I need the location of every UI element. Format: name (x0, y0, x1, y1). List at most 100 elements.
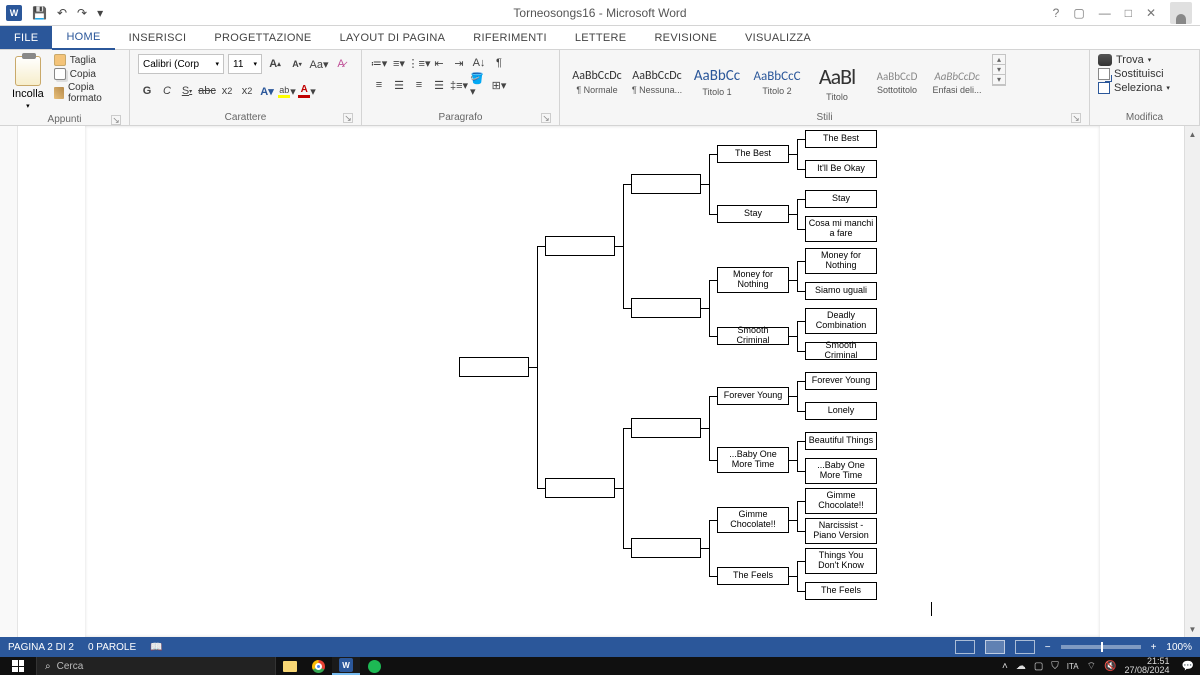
styles-gallery[interactable]: AaBbCcDc¶ NormaleAaBbCcDc¶ Nessuna...AaB… (568, 54, 986, 110)
text-effects-button[interactable]: A▾ (258, 82, 276, 100)
tab-mailings[interactable]: LETTERE (561, 26, 641, 49)
tray-security-icon[interactable]: ⛉ (1051, 661, 1059, 672)
bracket-box[interactable]: Lonely (805, 402, 877, 420)
bracket-box[interactable] (459, 357, 529, 377)
bracket-box[interactable] (545, 478, 615, 498)
account-icon[interactable] (1170, 2, 1192, 24)
scroll-down-button[interactable]: ▼ (1185, 621, 1200, 637)
view-print-layout[interactable] (985, 640, 1005, 654)
align-right-button[interactable]: ≡ (410, 76, 428, 94)
borders-button[interactable]: ⊞▾ (490, 76, 508, 94)
bracket-box[interactable] (631, 418, 701, 438)
bracket-box[interactable]: Gimme Chocolate!! (717, 507, 789, 533)
underline-button[interactable]: S ▾ (178, 82, 196, 100)
style-item[interactable]: AaBbCcDSottotitolo (868, 54, 926, 110)
taskbar-explorer[interactable] (276, 657, 304, 675)
qa-customize[interactable]: ▾ (97, 6, 103, 20)
font-size-select[interactable]: 11▾ (228, 54, 262, 74)
multilevel-button[interactable]: ⋮≡▾ (410, 54, 428, 72)
select-button[interactable]: Seleziona ▾ (1098, 82, 1170, 94)
vertical-scrollbar[interactable]: ▲ ▼ (1184, 126, 1200, 637)
bracket-box[interactable]: The Best (805, 130, 877, 148)
taskbar-word[interactable]: W (332, 657, 360, 675)
style-item[interactable]: AaBlTitolo (808, 54, 866, 110)
bracket-box[interactable] (631, 174, 701, 194)
bracket-box[interactable]: Narcissist - Piano Version (805, 518, 877, 544)
zoom-out-button[interactable]: − (1045, 642, 1051, 653)
start-button[interactable] (0, 657, 36, 675)
bracket-box[interactable]: The Best (717, 145, 789, 163)
bracket-box[interactable]: Money for Nothing (805, 248, 877, 274)
replace-button[interactable]: Sostituisci (1098, 68, 1170, 80)
bracket-box[interactable] (631, 538, 701, 558)
bracket-box[interactable]: Smooth Criminal (717, 327, 789, 345)
sort-button[interactable]: A↓ (470, 54, 488, 72)
bracket-box[interactable]: Things You Don't Know (805, 548, 877, 574)
proofing-icon[interactable]: 📖 (150, 642, 162, 653)
align-center-button[interactable]: ☰ (390, 76, 408, 94)
numbering-button[interactable]: ≡▾ (390, 54, 408, 72)
tray-onedrive-icon[interactable]: ☁ (1016, 661, 1026, 672)
justify-button[interactable]: ☰ (430, 76, 448, 94)
style-item[interactable]: AaBbCcDc¶ Normale (568, 54, 626, 110)
zoom-in-button[interactable]: + (1151, 642, 1157, 653)
tab-file[interactable]: FILE (0, 26, 52, 49)
ribbon-display-options[interactable]: ▢ (1073, 6, 1084, 20)
bracket-box[interactable]: ...Baby One More Time (717, 447, 789, 473)
taskbar-spotify[interactable] (360, 657, 388, 675)
notifications-icon[interactable]: 💬 (1182, 661, 1194, 672)
tray-chevron-icon[interactable]: ˄ (1002, 661, 1008, 672)
bullets-button[interactable]: ≔▾ (370, 54, 388, 72)
shrink-font-button[interactable]: A▾ (288, 55, 306, 73)
bracket-box[interactable]: The Feels (717, 567, 789, 585)
redo-button[interactable]: ↷ (77, 6, 87, 20)
styles-dialog-launcher[interactable]: ↘ (1071, 113, 1081, 123)
tray-meet-icon[interactable]: ▢ (1034, 661, 1043, 672)
cut-button[interactable]: Taglia (54, 54, 121, 66)
bracket-box[interactable]: Forever Young (717, 387, 789, 405)
decrease-indent-button[interactable]: ⇤ (430, 54, 448, 72)
tab-home[interactable]: HOME (52, 26, 114, 50)
paste-button[interactable]: Incolla ▾ (8, 54, 48, 112)
bracket-box[interactable]: Gimme Chocolate!! (805, 488, 877, 514)
tray-language-icon[interactable]: ITA (1067, 662, 1079, 671)
line-spacing-button[interactable]: ‡≡▾ (450, 76, 468, 94)
view-read-mode[interactable] (955, 640, 975, 654)
tab-references[interactable]: RIFERIMENTI (459, 26, 561, 49)
clear-formatting-button[interactable]: A̷ (332, 55, 350, 73)
bracket-box[interactable]: Cosa mi manchi a fare (805, 216, 877, 242)
bracket-box[interactable]: Stay (717, 205, 789, 223)
page-indicator[interactable]: PAGINA 2 DI 2 (8, 642, 74, 653)
format-painter-button[interactable]: Copia formato (54, 82, 121, 104)
word-count[interactable]: 0 PAROLE (88, 642, 136, 653)
italic-button[interactable]: C (158, 82, 176, 100)
clipboard-dialog-launcher[interactable]: ↘ (111, 115, 121, 125)
bracket-box[interactable]: It'll Be Okay (805, 160, 877, 178)
zoom-level[interactable]: 100% (1166, 642, 1192, 653)
bracket-box[interactable] (545, 236, 615, 256)
bracket-box[interactable] (631, 298, 701, 318)
tab-review[interactable]: REVISIONE (640, 26, 731, 49)
tab-pagelayout[interactable]: LAYOUT DI PAGINA (326, 26, 460, 49)
bracket-box[interactable]: Smooth Criminal (805, 342, 877, 360)
style-item[interactable]: AaBbCcTitolo 1 (688, 54, 746, 110)
bracket-box[interactable]: Siamo uguali (805, 282, 877, 300)
tab-insert[interactable]: INSERISCI (115, 26, 201, 49)
font-color-button[interactable]: A▾ (298, 82, 316, 100)
taskbar-clock[interactable]: 21:51 27/08/2024 (1125, 657, 1174, 675)
bold-button[interactable]: G (138, 82, 156, 100)
maximize-button[interactable]: □ (1125, 6, 1132, 20)
bracket-box[interactable]: Money for Nothing (717, 267, 789, 293)
view-web-layout[interactable] (1015, 640, 1035, 654)
tab-view[interactable]: VISUALIZZA (731, 26, 825, 49)
copy-button[interactable]: Copia (54, 68, 121, 80)
bracket-box[interactable]: Beautiful Things (805, 432, 877, 450)
styles-gallery-more[interactable]: ▴▾▾ (992, 54, 1006, 86)
show-marks-button[interactable]: ¶ (490, 54, 508, 72)
undo-button[interactable]: ↶ (57, 6, 67, 20)
style-item[interactable]: AaBbCcDc¶ Nessuna... (628, 54, 686, 110)
scroll-up-button[interactable]: ▲ (1185, 126, 1200, 142)
minimize-button[interactable]: — (1099, 6, 1111, 20)
zoom-slider[interactable] (1061, 645, 1141, 649)
highlight-button[interactable]: ab▾ (278, 82, 296, 100)
